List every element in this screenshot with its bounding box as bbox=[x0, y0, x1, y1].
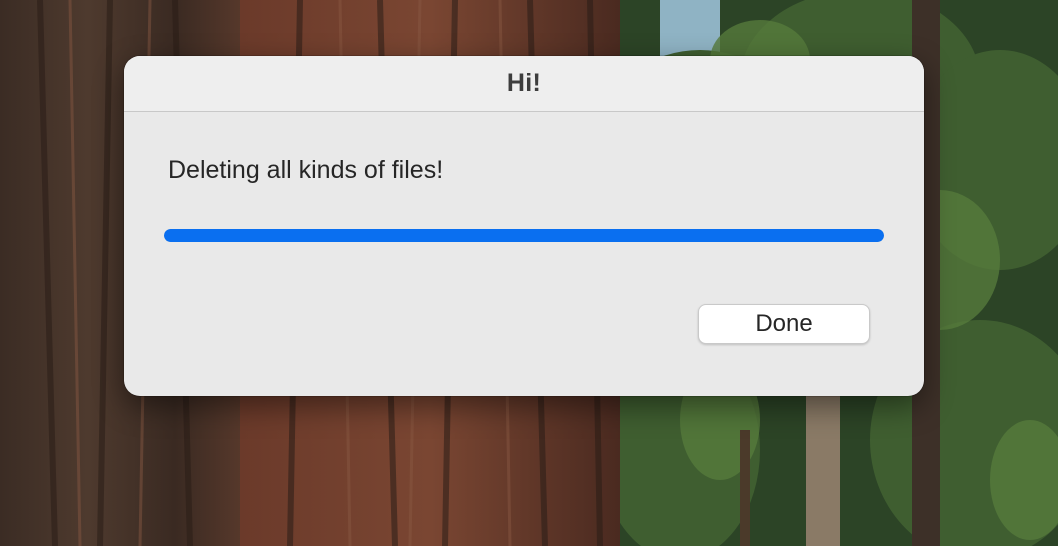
dialog-titlebar: Hi! bbox=[124, 56, 924, 112]
dialog-title: Hi! bbox=[506, 69, 542, 97]
dialog-message: Deleting all kinds of files! bbox=[168, 156, 444, 184]
alert-dialog: Hi! Deleting all kinds of files! Done bbox=[124, 56, 924, 396]
progress-bar bbox=[164, 229, 884, 242]
progress-bar-fill bbox=[164, 229, 884, 242]
done-button[interactable]: Done bbox=[698, 304, 870, 344]
